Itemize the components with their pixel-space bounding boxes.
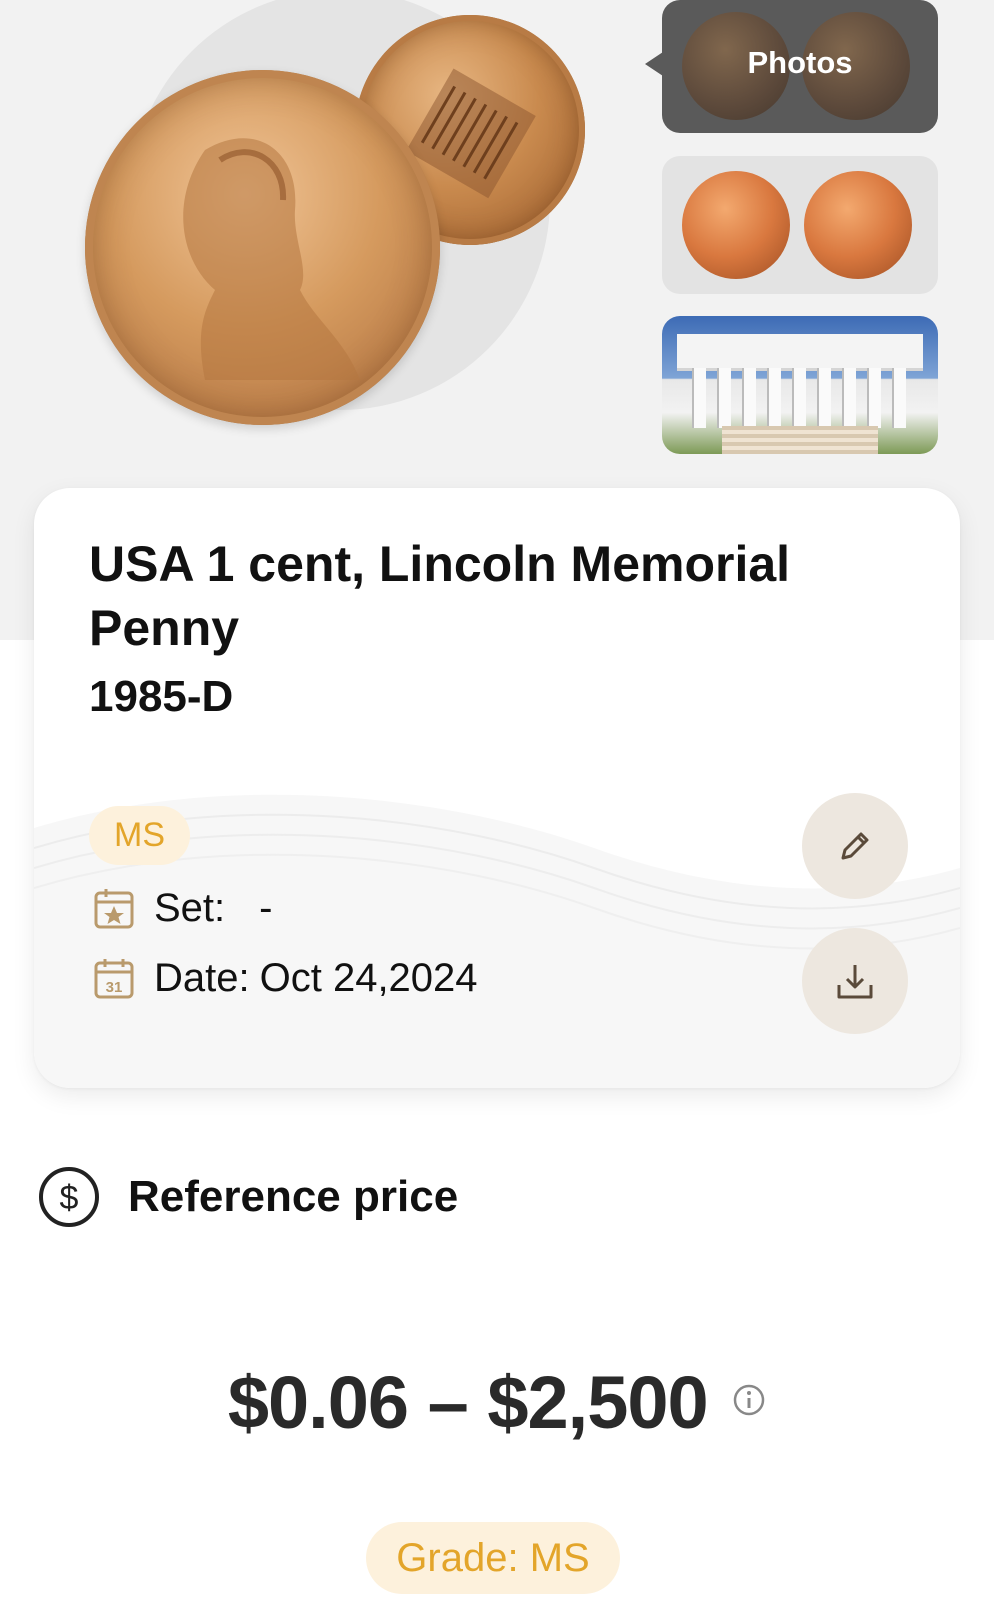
pencil-icon (841, 832, 869, 860)
edit-button[interactable] (802, 793, 908, 899)
memorial-column (717, 368, 731, 428)
price-range-row: $0.06 – $2,500 (0, 1360, 994, 1445)
reference-price-header: $ Reference price (38, 1166, 458, 1228)
memorial-column (892, 368, 906, 428)
memorial-column (817, 368, 831, 428)
memorial-column (742, 368, 756, 428)
download-icon (837, 965, 873, 999)
price-range: $0.06 – $2,500 (227, 1361, 709, 1444)
coin-obverse-image (85, 70, 440, 425)
coin-mint-year: 1985-D (89, 672, 234, 721)
grade-badge: MS (89, 806, 190, 865)
thumb-coin-back (804, 171, 912, 279)
memorial-column (767, 368, 781, 428)
memorial-roof (677, 334, 923, 371)
thumb-coin-front (682, 171, 790, 279)
set-value: - (259, 886, 273, 930)
memorial-column (867, 368, 881, 428)
date-row: 31 Date: Oct 24,2024 (92, 956, 478, 1001)
grade-pill[interactable]: Grade: MS (366, 1522, 620, 1594)
svg-text:31: 31 (106, 979, 123, 996)
reference-price-title: Reference price (128, 1172, 459, 1221)
coin-title: USA 1 cent, Lincoln Memorial Penny (89, 536, 791, 656)
memorial-column (842, 368, 856, 428)
coin-sides-thumbnail[interactable] (662, 156, 938, 294)
memorial-column (792, 368, 806, 428)
info-icon[interactable] (732, 1383, 766, 1422)
photos-label: Photos (747, 45, 853, 80)
svg-text:$: $ (60, 1179, 79, 1217)
photos-tooltip-pointer (645, 52, 663, 76)
download-button[interactable] (802, 928, 908, 1034)
memorial-steps (722, 426, 878, 454)
lincoln-memorial-thumbnail[interactable] (662, 316, 938, 454)
memorial-column (692, 368, 706, 428)
set-row: Set: - (92, 886, 272, 931)
set-label: Set: (154, 886, 226, 930)
set-star-icon (92, 887, 136, 931)
coin-info-card: USA 1 cent, Lincoln Memorial Penny 1985-… (34, 488, 960, 1088)
calendar-icon: 31 (92, 957, 136, 1001)
photos-thumbnail[interactable]: Photos (662, 0, 938, 133)
date-value: Oct 24,2024 (259, 956, 478, 1000)
date-label: Date: (154, 956, 250, 1000)
dollar-circle-icon: $ (39, 1167, 99, 1227)
